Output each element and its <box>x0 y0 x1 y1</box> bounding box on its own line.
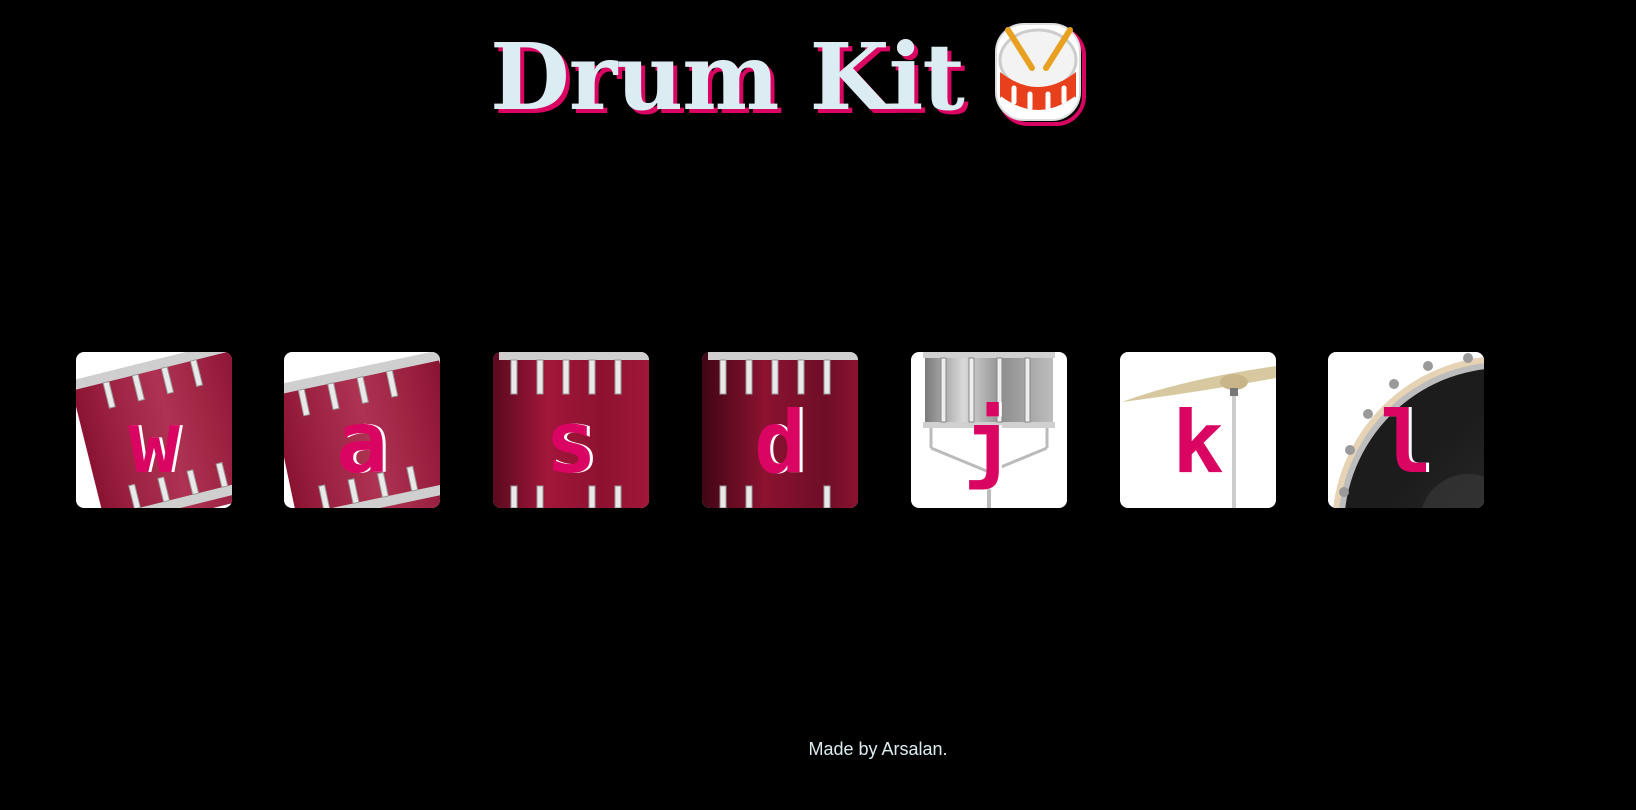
drum-key-letter: j <box>963 393 1015 493</box>
drum-key-k[interactable]: k <box>1120 352 1276 508</box>
drum-key-letter: a <box>336 393 388 493</box>
drum-icon <box>994 23 1086 126</box>
drum-key-letter: w <box>128 393 180 493</box>
page-title-text: Drum Kit <box>490 23 965 131</box>
footer-credit: Made by Arsalan. <box>808 739 948 759</box>
drum-key-a[interactable]: a <box>284 352 440 508</box>
drum-key-letter: d <box>754 393 806 493</box>
drum-key-w[interactable]: w <box>76 352 232 508</box>
drum-key-letter: s <box>545 393 597 493</box>
drum-key-d[interactable]: d <box>702 352 858 508</box>
page-title: Drum Kit <box>490 22 1088 132</box>
drum-key-l[interactable]: l <box>1328 352 1484 508</box>
drum-key-s[interactable]: s <box>493 352 649 508</box>
drum-key-letter: k <box>1172 393 1224 493</box>
drum-key-letter: l <box>1380 393 1432 493</box>
drum-key-j[interactable]: j <box>911 352 1067 508</box>
